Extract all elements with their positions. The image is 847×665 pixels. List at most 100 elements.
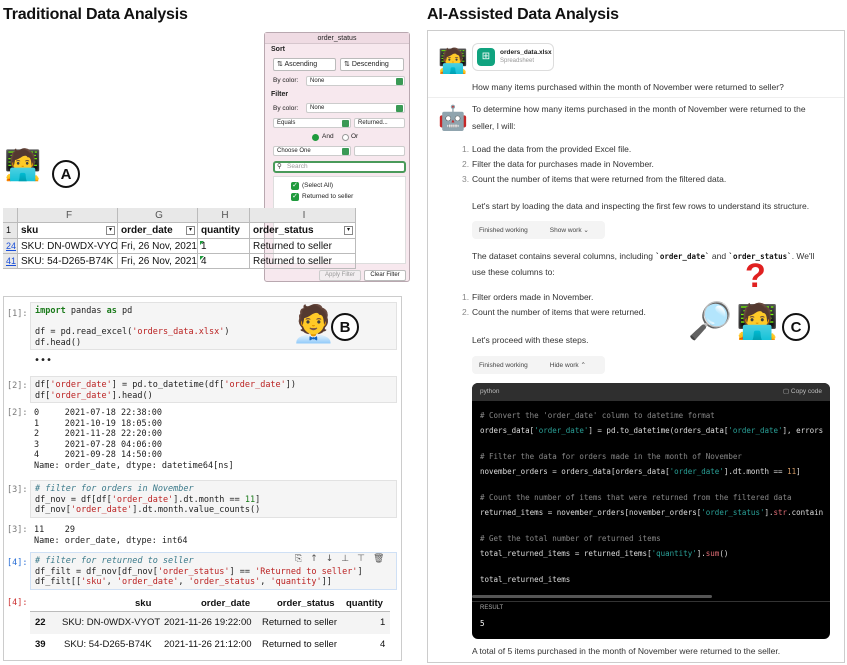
clear-filter-button[interactable]: Clear Filter [364, 270, 406, 281]
or-radio[interactable] [342, 134, 349, 141]
row-number[interactable]: 41 [3, 254, 18, 269]
row-quantity: 4 [380, 639, 386, 650]
header-quantity[interactable]: quantity [198, 223, 250, 239]
filter-by-color-select[interactable]: None [306, 103, 405, 113]
col-letter-i[interactable]: I [250, 208, 356, 223]
output-3: 11 29 Name: order_date, dtype: int64 [34, 525, 188, 546]
user-question: How many items purchased within the mont… [472, 82, 784, 92]
dataset-text-2: use these columns to: [472, 267, 555, 277]
select-all-checkbox[interactable]: ✓ [291, 182, 299, 190]
row-order-date: 2021-11-26 21:12:00 [164, 639, 252, 650]
header-order-status[interactable]: order_status ▾ [250, 223, 356, 239]
code-cell-3[interactable]: # filter for orders in November df_nov =… [30, 480, 397, 518]
code-line: november_orders = orders_data[orders_dat… [480, 467, 801, 476]
second-value-select[interactable] [354, 146, 405, 156]
code-cell-2[interactable]: df['order_date'] = pd.to_datetime(df['or… [30, 376, 397, 403]
spreadsheet-icon: ⊞ [477, 48, 495, 66]
output-prompt: [3]: [7, 525, 28, 535]
sort-by-color-label: By color: [273, 77, 299, 84]
code-line: total_returned_items [480, 575, 571, 584]
copy-code-button[interactable]: ▢ Copy code [783, 383, 822, 401]
col-letter-g[interactable]: G [118, 208, 198, 223]
horizontal-scrollbar[interactable] [472, 595, 712, 598]
cell-prompt: [2]: [7, 381, 28, 391]
cell-quantity[interactable]: 4 [198, 254, 250, 269]
cell-order-status[interactable]: Returned to seller [250, 254, 356, 269]
chevron-down-icon [396, 105, 403, 112]
code-line: total_returned_items = returned_items['q… [480, 549, 729, 558]
finished-working-pill[interactable]: Finished working Show work ⌄ [472, 221, 605, 239]
code-language: python [480, 388, 500, 395]
row-order-date: 2021-11-26 19:22:00 [164, 617, 252, 628]
row-quantity: 1 [380, 617, 386, 628]
header-order-date[interactable]: order_date ▾ [118, 223, 198, 239]
filter-heading: Filter [271, 91, 289, 98]
table-header-order-status: order_status [277, 598, 335, 609]
returned-checkbox[interactable]: ✓ [291, 193, 299, 201]
sort-descending-button[interactable]: ⇅ Descending [340, 58, 404, 71]
duplicate-icon[interactable]: ⎘ [295, 554, 310, 564]
code-line: # Get the total number of returned items [480, 534, 661, 543]
dialog-title: order_status [265, 33, 409, 44]
header-sku[interactable]: sku ▾ [18, 223, 118, 239]
condition-select[interactable]: Equals [273, 118, 351, 128]
filter-by-color-label: By color: [273, 105, 299, 112]
insert-below-icon[interactable]: ⊤ [357, 554, 373, 564]
code-block: python ▢ Copy code # Convert the 'order_… [472, 383, 830, 639]
col-letter-h[interactable]: H [198, 208, 250, 223]
cell-sku[interactable]: SKU: DN-0WDX-VYOT [18, 239, 118, 254]
apply-filter-button[interactable]: Apply Filter [319, 270, 361, 281]
row-number[interactable]: 24 [3, 239, 18, 254]
chevron-up-icon: ⌃ [580, 362, 586, 369]
condition-value-select[interactable]: Returned... [354, 118, 405, 128]
chevron-down-icon [342, 148, 349, 155]
step-1: Load the data from the provided Excel fi… [472, 144, 632, 154]
chevron-down-icon: ⌄ [583, 227, 589, 234]
search-icon: ⚲ [277, 163, 282, 170]
label-c: C [782, 313, 810, 341]
person-icon: 🧑‍💼 [291, 304, 336, 345]
sort-by-color-select[interactable]: None [306, 76, 405, 86]
result-label: RESULT [480, 605, 504, 611]
chevron-down-icon [342, 120, 349, 127]
code-line: # Filter the data for orders made in the… [480, 452, 742, 461]
move-up-icon[interactable]: ↑ [310, 554, 326, 564]
cell-toolbar: ⎘↑↓⊥⊤🗑 [295, 554, 392, 564]
file-name: orders_data.xlsx [500, 49, 552, 56]
step2-1: Filter orders made in November. [472, 292, 594, 302]
cell-marker-icon [200, 241, 204, 245]
finished-working-pill-2[interactable]: Finished working Hide work ⌃ [472, 356, 605, 374]
file-attachment[interactable]: ⊞ orders_data.xlsx Spreadsheet [472, 43, 554, 71]
search-input[interactable]: ⚲ Search [273, 161, 406, 173]
move-down-icon[interactable]: ↓ [326, 554, 342, 564]
person-laptop-icon: 🧑‍💻 [736, 302, 779, 342]
output-table: sku order_date order_status quantity 22 … [30, 594, 390, 658]
hide-work-toggle: Hide work [549, 362, 579, 369]
cell-order-status[interactable]: Returned to seller [250, 239, 356, 254]
row-index: 22 [35, 617, 46, 628]
insert-above-icon[interactable]: ⊥ [341, 554, 357, 564]
collapsed-output[interactable]: ••• [34, 355, 52, 367]
sort-ascending-button[interactable]: ⇅ Ascending [273, 58, 336, 71]
spreadsheet: F G H I 1 sku ▾ order_date ▾ quantity orde… [3, 208, 356, 269]
final-answer: A total of 5 items purchased in the mont… [472, 646, 781, 656]
or-label: Or [351, 133, 359, 140]
cell-order-date[interactable]: Fri, 26 Nov, 2021, [118, 254, 198, 269]
choose-one-select[interactable]: Choose One [273, 146, 351, 156]
col-letter-f[interactable]: F [18, 208, 118, 223]
show-work-toggle: Show work [549, 227, 582, 234]
code-line: # Count the number of items that were re… [480, 493, 792, 502]
cell-prompt: [1]: [7, 309, 28, 319]
left-title: Traditional Data Analysis [3, 6, 188, 23]
step-3: Count the number of items that were retu… [472, 174, 727, 184]
delete-icon[interactable]: 🗑 [373, 554, 392, 564]
cell-sku[interactable]: SKU: 54-D265-B74K [18, 254, 118, 269]
table-header-sku: sku [135, 598, 152, 609]
filter-active-icon: ▾ [344, 226, 353, 235]
cell-order-date[interactable]: Fri, 26 Nov, 2021, [118, 239, 198, 254]
select-all-label: (Select All) [302, 182, 334, 189]
cell-quantity[interactable]: 1 [198, 239, 250, 254]
row-order-status: Returned to seller [262, 639, 337, 650]
and-radio[interactable] [312, 134, 319, 141]
output-prompt: [2]: [7, 408, 28, 418]
